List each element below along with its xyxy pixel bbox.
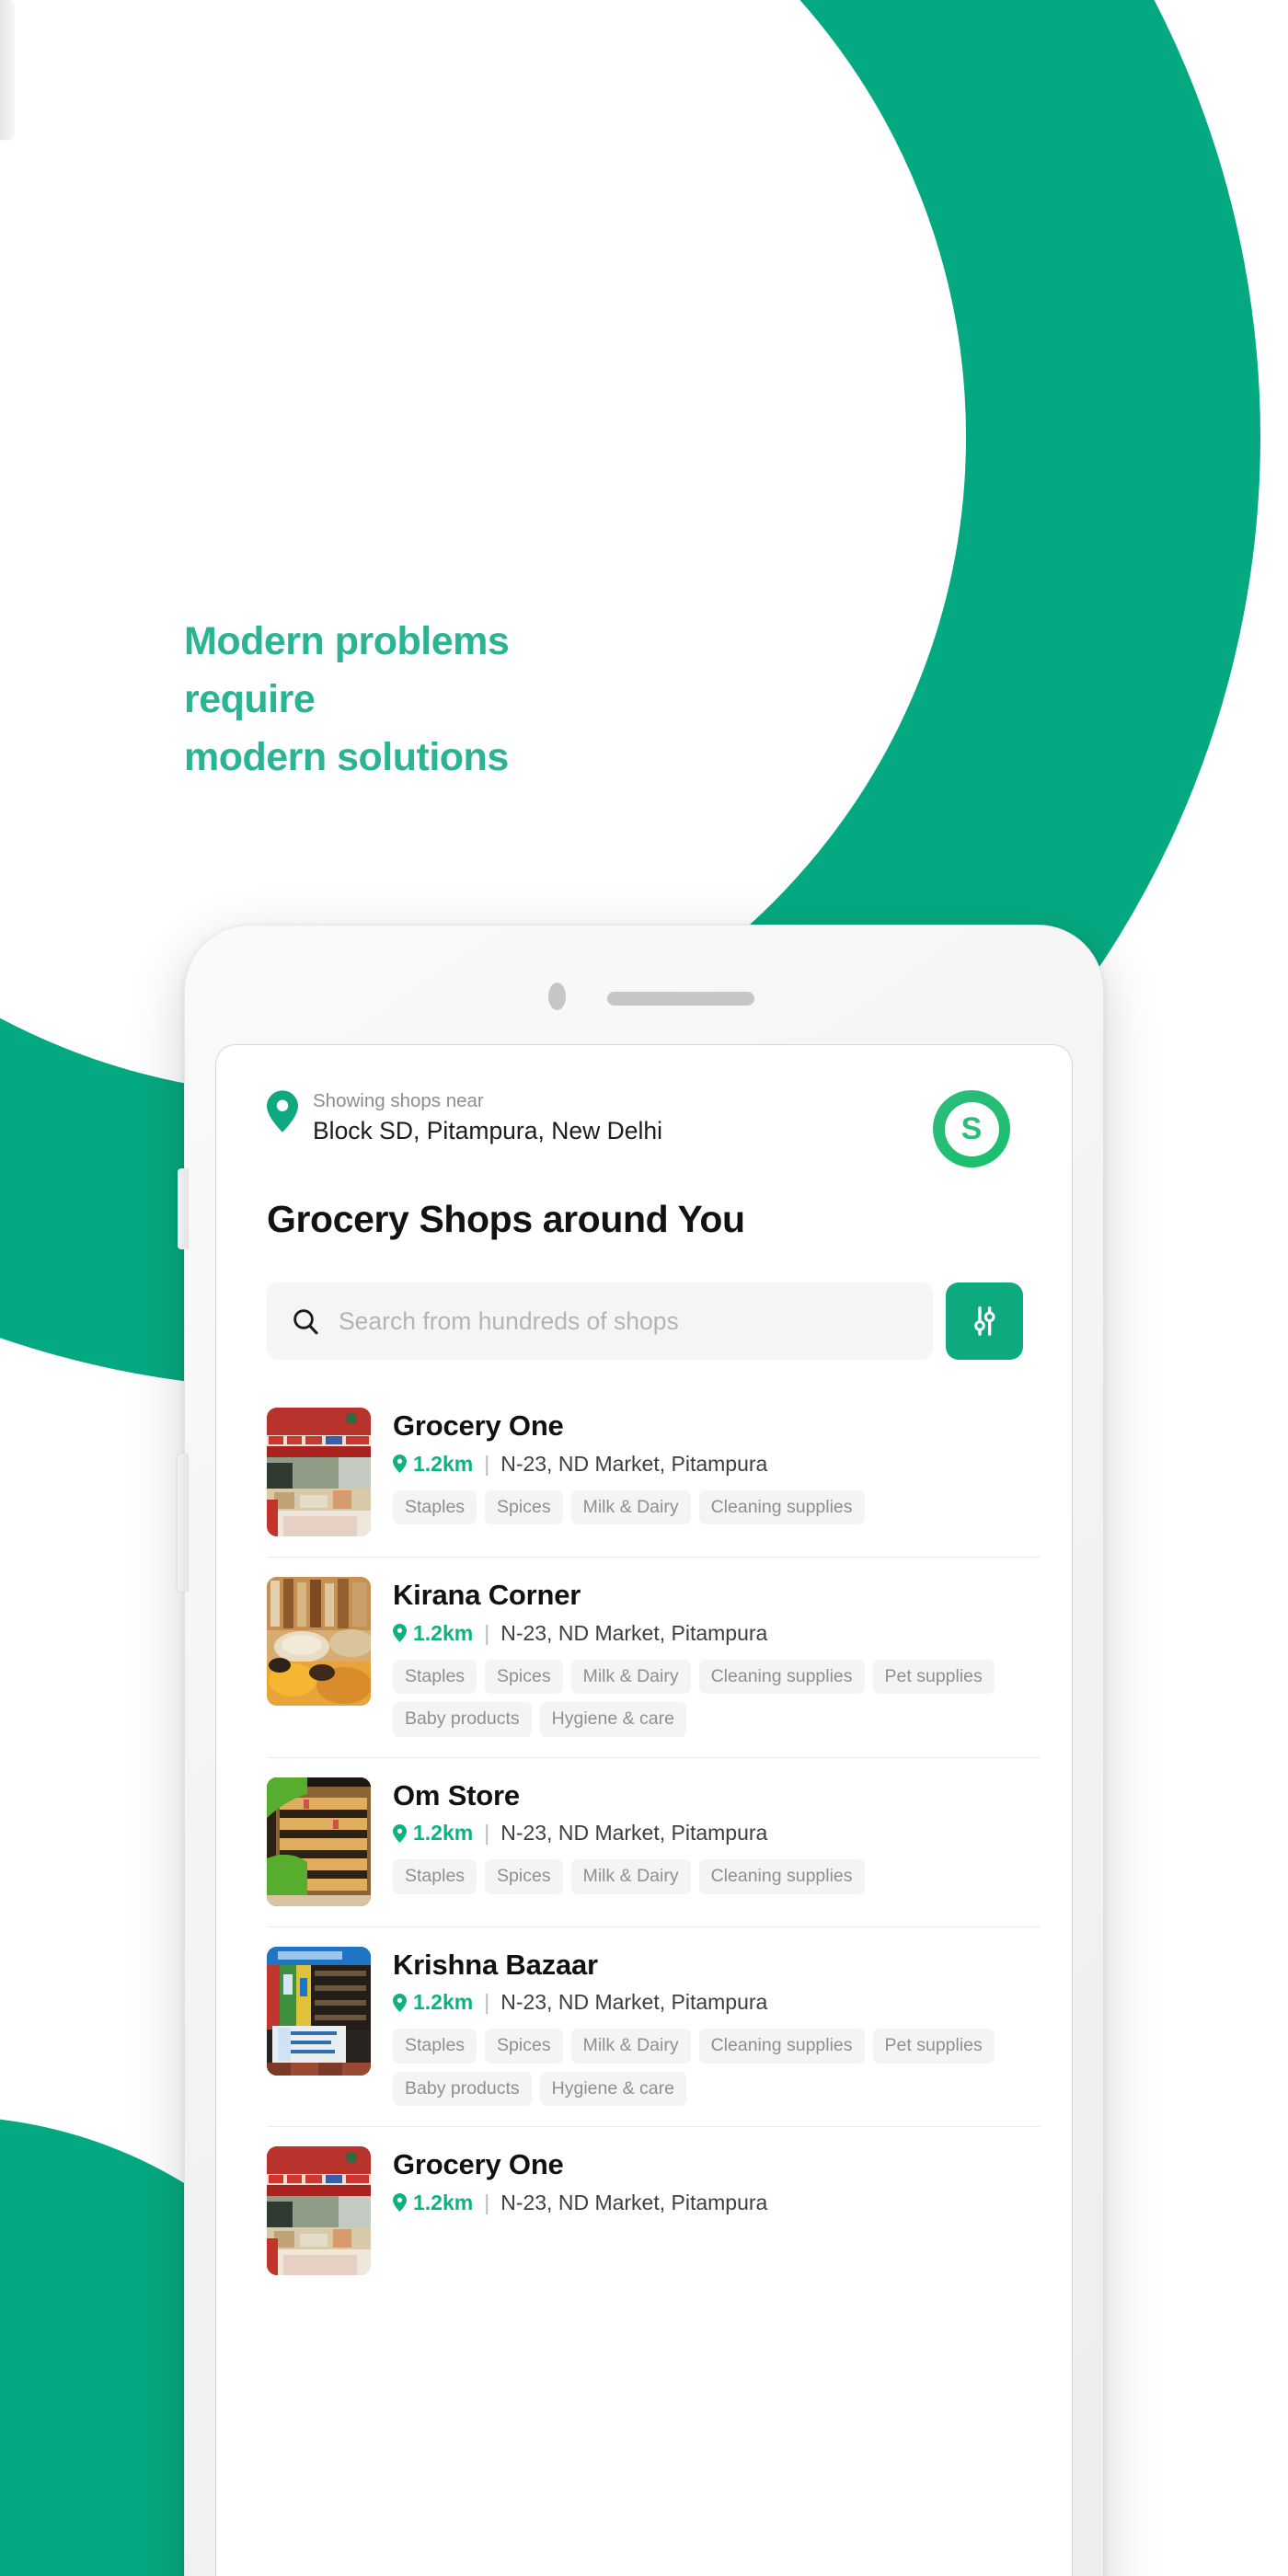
shop-meta: 1.2km | N-23, ND Market, Pitampura bbox=[393, 1990, 1023, 2015]
distance-pin-icon bbox=[393, 1455, 407, 1474]
brand-logo[interactable]: S bbox=[933, 1090, 1010, 1167]
meta-separator: | bbox=[484, 1821, 490, 1846]
shop-tag[interactable]: Spices bbox=[485, 1489, 563, 1525]
filter-sliders-icon bbox=[974, 1306, 995, 1336]
shop-thumbnail bbox=[267, 1408, 371, 1536]
search-input[interactable]: Search from hundreds of shops bbox=[339, 1307, 679, 1336]
shop-name: Kirana Corner bbox=[393, 1579, 581, 1611]
shop-tag[interactable]: Hygiene & care bbox=[539, 2071, 686, 2107]
shop-tag[interactable]: Baby products bbox=[393, 1702, 532, 1737]
location-pin-icon bbox=[267, 1090, 298, 1133]
brand-logo-letter: S bbox=[944, 1101, 999, 1156]
location-label: Showing shops near bbox=[313, 1090, 484, 1111]
shop-list-item[interactable]: Krishna Bazaar 1.2km | N-23, ND Market, Pi… bbox=[216, 1926, 1072, 2127]
shop-distance: 1.2km bbox=[413, 1451, 474, 1476]
power-button[interactable] bbox=[178, 1454, 189, 1592]
shop-list: Grocery One 1.2km | N-23, ND Market, Pitam… bbox=[216, 1387, 1072, 2295]
shop-distance: 1.2km bbox=[413, 1620, 474, 1645]
shop-tag[interactable]: Milk & Dairy bbox=[570, 1859, 691, 1894]
shop-details: Krishna Bazaar 1.2km | N-23, ND Market, Pi… bbox=[393, 1947, 1023, 2107]
shop-tag[interactable]: Spices bbox=[485, 1859, 563, 1894]
distance-pin-icon bbox=[393, 1823, 407, 1843]
filter-button[interactable] bbox=[946, 1282, 1023, 1360]
shop-tag[interactable]: Cleaning supplies bbox=[698, 1859, 865, 1894]
headline-line-2: require bbox=[184, 676, 316, 721]
shop-tag[interactable]: Milk & Dairy bbox=[570, 1489, 691, 1525]
shop-distance: 1.2km bbox=[413, 1821, 474, 1846]
shop-tag[interactable]: Cleaning supplies bbox=[698, 2029, 865, 2064]
shop-thumbnail bbox=[267, 1946, 371, 2076]
shop-tag[interactable]: Hygiene & care bbox=[539, 1702, 686, 1737]
shop-tag[interactable]: Pet supplies bbox=[872, 2029, 995, 2064]
shop-distance: 1.2km bbox=[413, 2190, 474, 2214]
location-text-block: Showing shops near Block SD, Pitampura, … bbox=[313, 1090, 662, 1148]
shop-tag[interactable]: Baby products bbox=[393, 2071, 532, 2107]
shop-tag[interactable]: Spices bbox=[485, 1659, 563, 1695]
shop-tag[interactable]: Staples bbox=[393, 2029, 477, 2064]
shop-meta: 1.2km | N-23, ND Market, Pitampura bbox=[393, 1621, 1023, 1646]
meta-separator: | bbox=[484, 1620, 490, 1645]
shop-name: Grocery One bbox=[393, 1409, 564, 1442]
shop-tag[interactable]: Staples bbox=[393, 1659, 477, 1695]
headline-line-3: modern solutions bbox=[184, 734, 509, 779]
shop-details: Grocery One 1.2km | N-23, ND Market, Pitam… bbox=[393, 2146, 1023, 2275]
meta-separator: | bbox=[484, 1451, 490, 1476]
shop-tags: Staples Spices Milk & Dairy Cleaning suppli… bbox=[393, 1489, 1023, 1525]
shop-name: Grocery One bbox=[393, 2148, 564, 2181]
shop-tag[interactable]: Staples bbox=[393, 1859, 477, 1894]
shop-meta: 1.2km | N-23, ND Market, Pitampura bbox=[393, 2191, 1023, 2215]
shop-meta: 1.2km | N-23, ND Market, Pitampura bbox=[393, 1821, 1023, 1846]
shop-tag[interactable]: Milk & Dairy bbox=[570, 2029, 691, 2064]
shop-thumbnail bbox=[267, 1577, 371, 1706]
shop-address: N-23, ND Market, Pitampura bbox=[500, 2190, 768, 2214]
location-value: Block SD, Pitampura, New Delhi bbox=[313, 1116, 662, 1144]
shop-tag[interactable]: Staples bbox=[393, 1489, 477, 1525]
shop-address: N-23, ND Market, Pitampura bbox=[500, 1620, 768, 1645]
shop-details: Kirana Corner 1.2km | N-23, ND Market, Pit… bbox=[393, 1577, 1023, 1737]
phone-screen: Showing shops near Block SD, Pitampura, … bbox=[215, 1044, 1073, 2576]
meta-separator: | bbox=[484, 1990, 490, 2015]
shop-list-item[interactable]: Grocery One 1.2km | N-23, ND Market, Pitam… bbox=[216, 2126, 1072, 2295]
marketing-headline: Modern problems require modern solutions bbox=[184, 613, 736, 786]
shop-meta: 1.2km | N-23, ND Market, Pitampura bbox=[393, 1452, 1023, 1477]
side-button-right[interactable] bbox=[0, 0, 13, 140]
earpiece-speaker bbox=[607, 992, 754, 1006]
shop-list-item[interactable]: Grocery One 1.2km | N-23, ND Market, Pitam… bbox=[216, 1387, 1072, 1557]
meta-separator: | bbox=[484, 2190, 490, 2214]
shop-distance: 1.2km bbox=[413, 1990, 474, 2015]
shop-tag[interactable]: Cleaning supplies bbox=[698, 1489, 865, 1525]
front-camera-icon bbox=[548, 983, 566, 1010]
shop-tag[interactable]: Cleaning supplies bbox=[698, 1659, 865, 1695]
shop-tag[interactable]: Spices bbox=[485, 2029, 563, 2064]
location-header[interactable]: Showing shops near Block SD, Pitampura, … bbox=[267, 1090, 662, 1148]
shop-name: Krishna Bazaar bbox=[393, 1948, 598, 1981]
shop-tag[interactable]: Pet supplies bbox=[872, 1659, 995, 1695]
shop-thumbnail bbox=[267, 1777, 371, 1906]
shop-name: Om Store bbox=[393, 1778, 520, 1811]
shop-tags: Staples Spices Milk & Dairy Cleaning suppli… bbox=[393, 1859, 1023, 1894]
shop-details: Om Store 1.2km | N-23, ND Market, Pitampur… bbox=[393, 1777, 1023, 1906]
search-row: Search from hundreds of shops bbox=[267, 1282, 1023, 1360]
distance-pin-icon bbox=[393, 1993, 407, 2012]
headline-line-1: Modern problems bbox=[184, 619, 510, 663]
distance-pin-icon bbox=[393, 2193, 407, 2213]
search-input-wrapper[interactable]: Search from hundreds of shops bbox=[267, 1282, 933, 1360]
shop-address: N-23, ND Market, Pitampura bbox=[500, 1451, 768, 1476]
shop-address: N-23, ND Market, Pitampura bbox=[500, 1821, 768, 1846]
shop-thumbnail bbox=[267, 2146, 371, 2276]
shop-list-item[interactable]: Om Store 1.2km | N-23, ND Market, Pitampur… bbox=[216, 1756, 1072, 1926]
shop-list-item[interactable]: Kirana Corner 1.2km | N-23, ND Market, Pit… bbox=[216, 1557, 1072, 1757]
search-icon bbox=[293, 1309, 318, 1335]
page-title: Grocery Shops around You bbox=[267, 1198, 745, 1240]
shop-tags: Staples Spices Milk & Dairy Cleaning suppli… bbox=[393, 1659, 1023, 1737]
poster-canvas: Modern problems require modern solutions… bbox=[0, 0, 1288, 2576]
shop-address: N-23, ND Market, Pitampura bbox=[500, 1990, 768, 2015]
shop-details: Grocery One 1.2km | N-23, ND Market, Pitam… bbox=[393, 1408, 1023, 1536]
shop-tag[interactable]: Milk & Dairy bbox=[570, 1659, 691, 1695]
distance-pin-icon bbox=[393, 1624, 407, 1643]
shop-tags: Staples Spices Milk & Dairy Cleaning suppli… bbox=[393, 2029, 1023, 2107]
volume-button[interactable] bbox=[178, 1168, 189, 1249]
